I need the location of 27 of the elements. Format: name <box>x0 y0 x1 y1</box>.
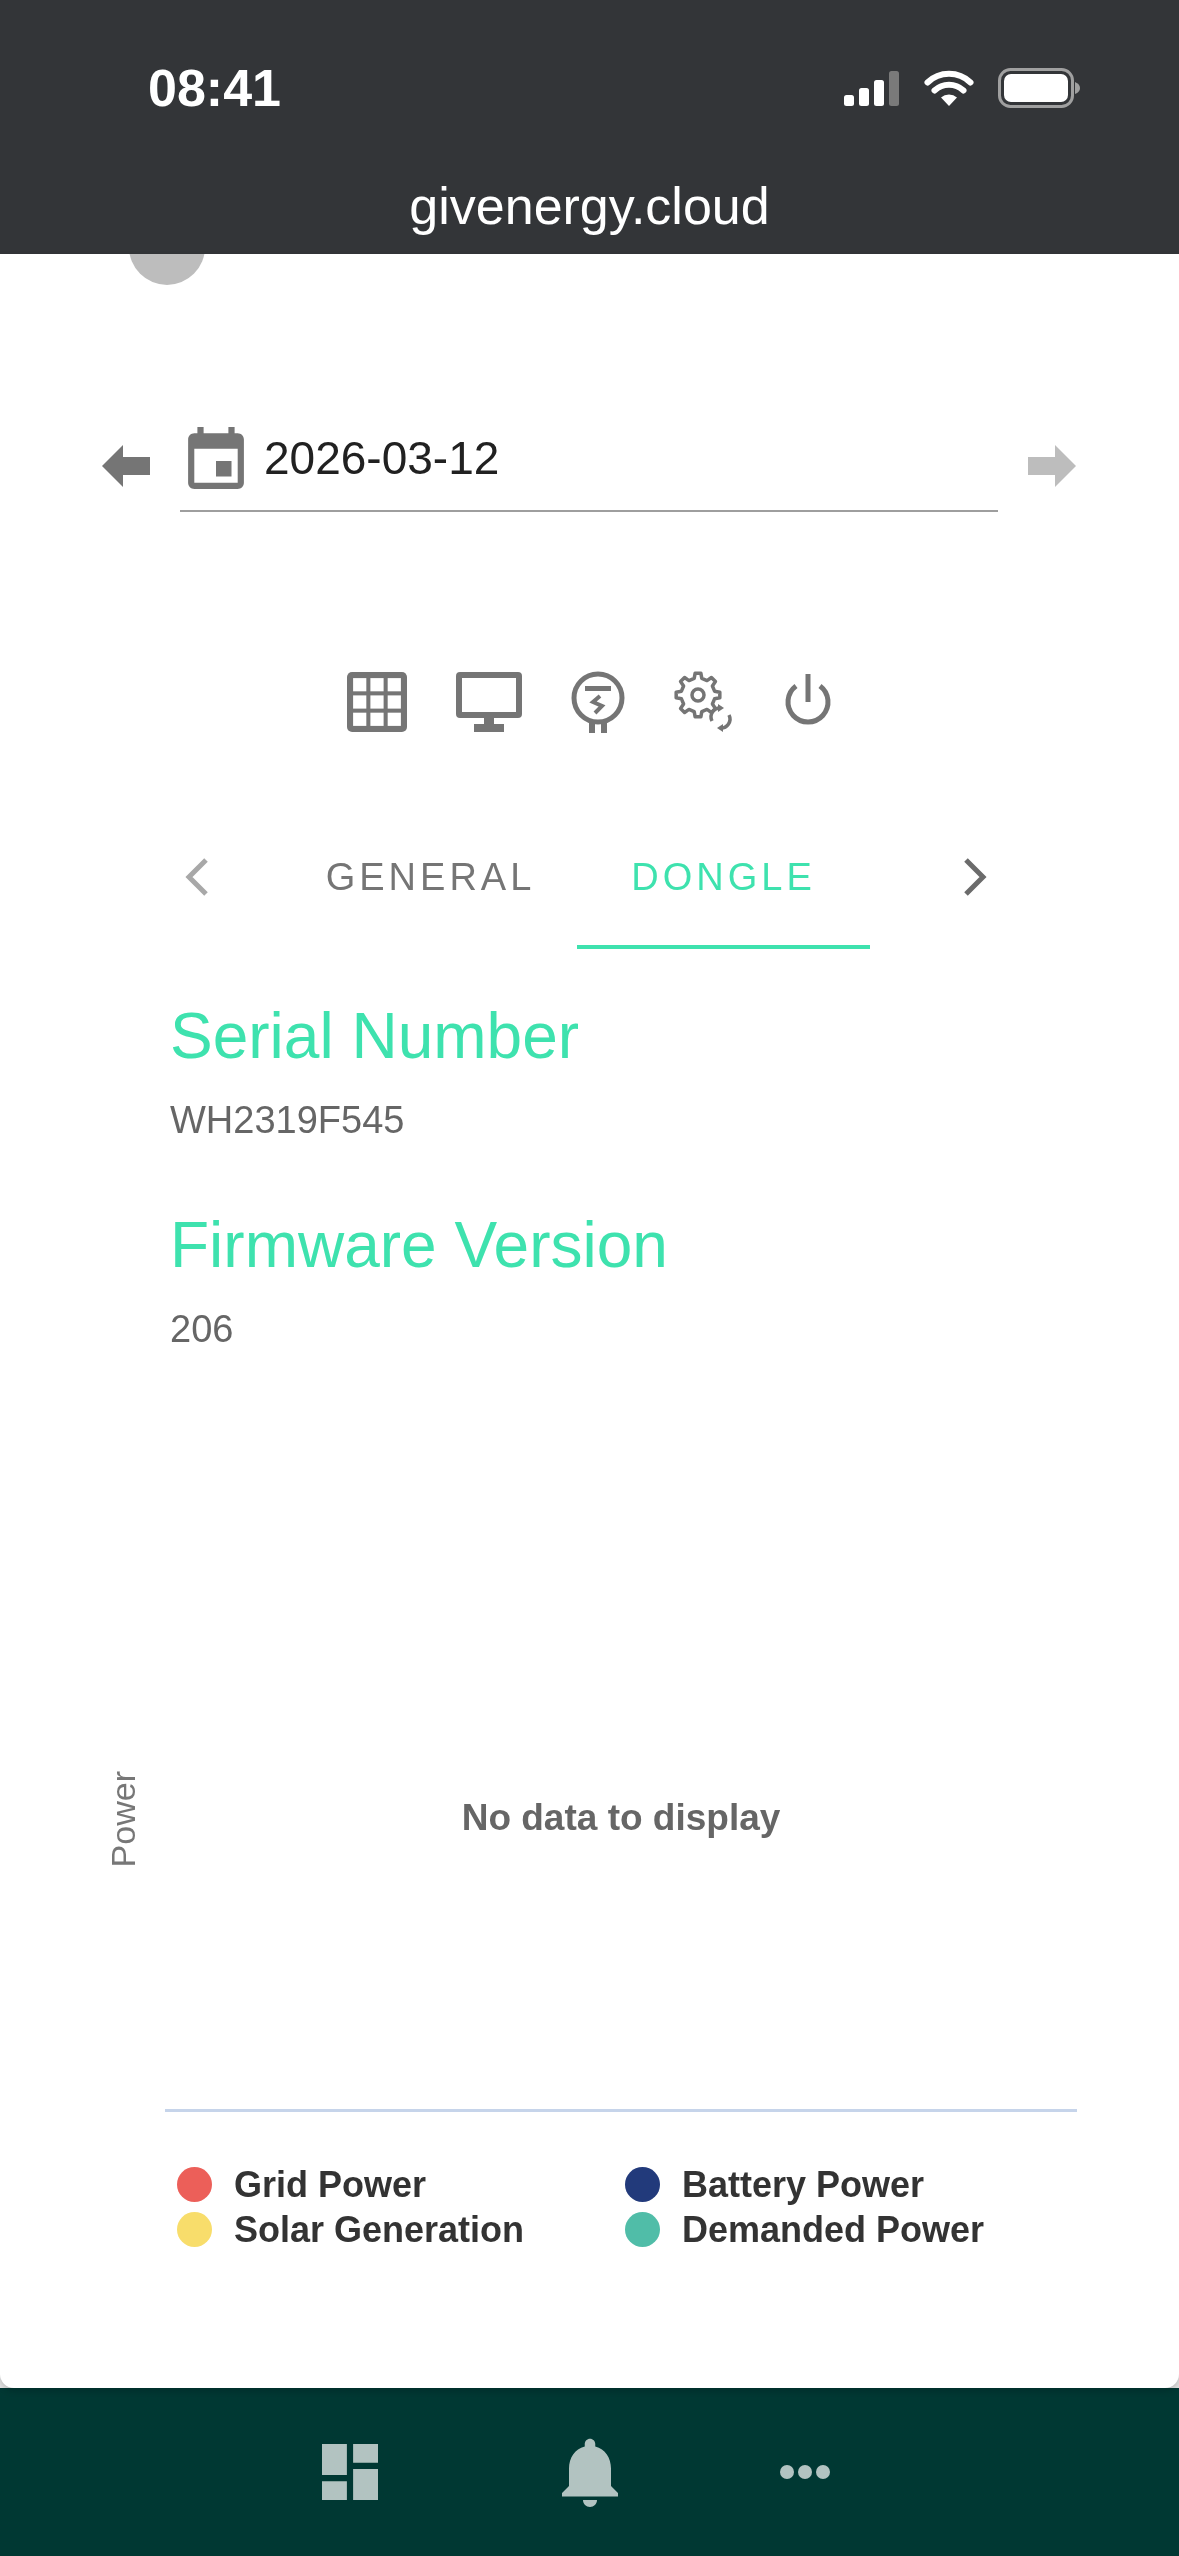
legend-label: Battery Power <box>682 2163 925 2206</box>
battery-icon <box>998 68 1080 108</box>
wifi-icon <box>924 70 974 106</box>
gear-sync-icon[interactable] <box>673 671 734 733</box>
dashboard-icon[interactable] <box>322 2444 378 2500</box>
status-time: 08:41 <box>148 62 281 114</box>
legend-label: Grid Power <box>234 2163 427 2206</box>
tab[interactable]: GENERAL <box>284 805 577 949</box>
calendar-icon <box>188 427 244 489</box>
legend-label: Solar Generation <box>234 2208 525 2251</box>
avatar-icon <box>129 254 205 285</box>
more-icon[interactable] <box>780 2465 830 2479</box>
field-label: Firmware Version <box>170 1208 668 1283</box>
meter-icon[interactable] <box>570 671 625 733</box>
signal-icon <box>844 70 900 106</box>
axis-label: Power <box>106 1771 140 1868</box>
empty-chart-message: No data to display <box>461 1797 781 1839</box>
bell-icon[interactable] <box>562 2437 618 2507</box>
date-field[interactable]: 2026-03-12 <box>180 420 998 512</box>
monitor-icon[interactable] <box>455 672 522 732</box>
chevron-right-icon[interactable] <box>963 858 987 896</box>
field-value: WH2319F545 <box>170 1098 405 1143</box>
field-label: Serial Number <box>170 999 580 1074</box>
field-value: 206 <box>170 1307 234 1352</box>
address-bar[interactable]: givenergy.cloud <box>409 176 770 236</box>
grid-icon[interactable] <box>346 672 407 732</box>
legend-label: Demanded Power <box>682 2208 985 2251</box>
